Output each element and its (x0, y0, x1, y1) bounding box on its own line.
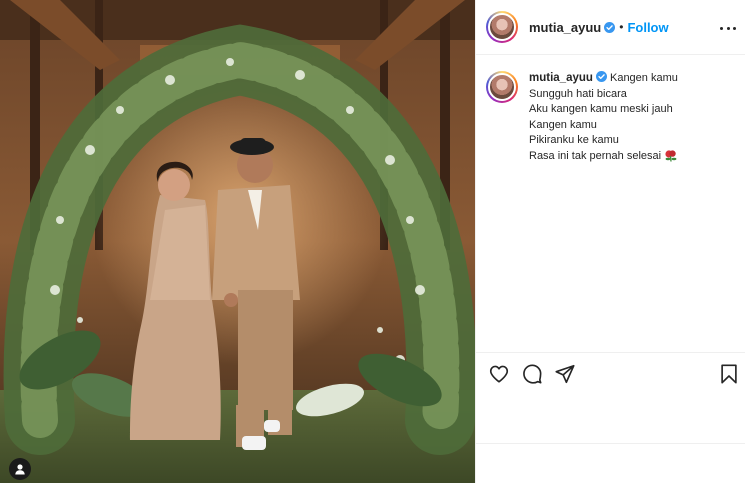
user-tag-button[interactable] (9, 458, 31, 480)
caption-line-5: Pikiranku ke kamu (529, 134, 619, 146)
username-link[interactable]: mutia_ayuu (529, 20, 601, 35)
heart-icon[interactable] (488, 363, 510, 385)
post-header: mutia_ayuu • Follow (476, 0, 745, 55)
follow-button[interactable]: Follow (627, 20, 668, 35)
share-icon[interactable] (554, 363, 576, 385)
post-side-panel: mutia_ayuu • Follow mutia_ayuu Kangen ka… (475, 0, 745, 483)
caption-text: mutia_ayuu Kangen kamu Sungguh hati bica… (529, 71, 678, 164)
verified-badge-icon (595, 71, 607, 82)
caption: mutia_ayuu Kangen kamu Sungguh hati bica… (486, 71, 736, 164)
divider (476, 443, 745, 444)
bookmark-icon[interactable] (718, 363, 740, 385)
caption-line-1: Kangen kamu (609, 72, 678, 84)
caption-line-3: Aku kangen kamu meski jauh (529, 103, 673, 115)
wedding-photo-illustration (0, 0, 475, 483)
comment-icon[interactable] (521, 363, 543, 385)
caption-line: mutia_ayuu Kangen kamu (529, 71, 678, 87)
caption-line-4: Kangen kamu (529, 118, 597, 131)
avatar-image (488, 73, 516, 101)
action-bar (476, 352, 745, 394)
caption-avatar[interactable] (486, 71, 518, 103)
avatar[interactable] (486, 11, 518, 43)
caption-username-link[interactable]: mutia_ayuu (529, 72, 593, 84)
caption-line-2: Sungguh hati bicara (529, 87, 627, 100)
caption-line-6-wrap: Rasa ini tak pernah selesai (529, 149, 678, 165)
avatar-image (488, 13, 516, 41)
verified-badge-icon (604, 21, 616, 33)
more-options-icon[interactable] (720, 20, 736, 36)
user-tag-icon (15, 464, 25, 475)
rose-emoji-icon (665, 149, 677, 162)
separator-dot: • (619, 20, 624, 34)
post-photo[interactable] (0, 0, 475, 483)
caption-line-6: Rasa ini tak pernah selesai (529, 149, 662, 162)
